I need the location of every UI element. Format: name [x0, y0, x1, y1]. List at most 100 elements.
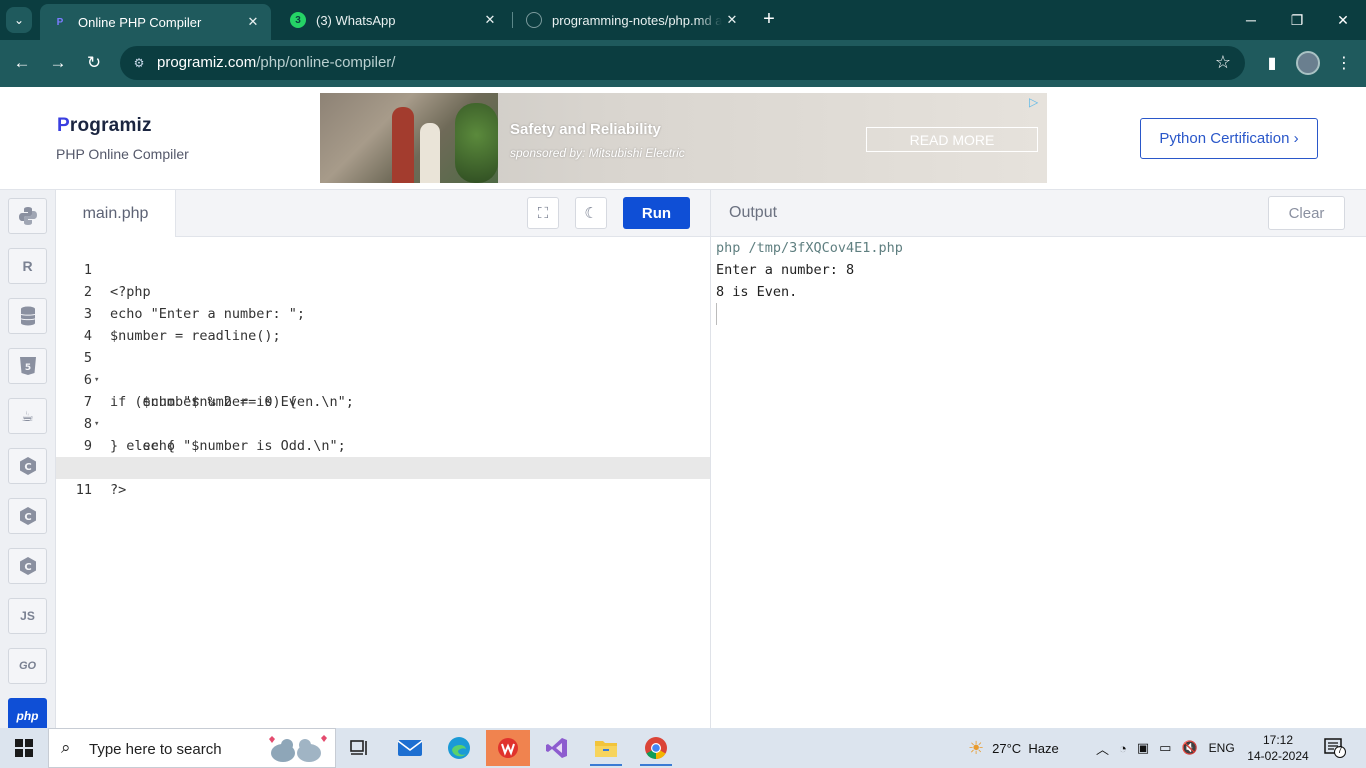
volume-muted-icon[interactable]: 🔇 [1181, 740, 1197, 756]
golang-icon[interactable]: GO [8, 648, 47, 684]
output-title: Output [729, 204, 778, 221]
python-certification-button[interactable]: Python Certification › [1140, 118, 1318, 159]
page-subtitle: PHP Online Compiler [56, 146, 189, 162]
edge-browser-icon[interactable] [437, 730, 481, 766]
csharp-language-icon[interactable]: C [8, 548, 47, 584]
weather-text: 27°C Haze [992, 740, 1059, 756]
adchoices-icon[interactable]: ▷ [1029, 95, 1045, 111]
browser-toolbar: ← → ↻ ⚙ programiz.com/php/online-compile… [0, 40, 1366, 87]
output-console[interactable]: php /tmp/3fXQCov4E1.php Enter a number: … [711, 237, 1366, 728]
bookmark-star-icon[interactable]: ☆ [1215, 52, 1231, 73]
code-line: 4 [56, 303, 710, 344]
search-placeholder: Type here to search [89, 741, 222, 758]
url-text[interactable]: programiz.com/php/online-compiler/ [157, 54, 395, 71]
sql-database-icon[interactable] [8, 298, 47, 334]
dark-mode-moon-icon[interactable]: ☾ [575, 197, 607, 229]
forward-arrow-icon[interactable]: → [44, 50, 72, 76]
clock-date: 14-02-2024 [1247, 749, 1309, 763]
ad-banner[interactable]: Safety and Reliability sponsored by: Mit… [320, 93, 1047, 183]
wps-office-icon[interactable] [486, 730, 530, 766]
programiz-logo[interactable]: Programiz [57, 115, 152, 137]
r-language-icon[interactable]: R [8, 248, 47, 284]
notification-center-icon[interactable]: 7 [1324, 738, 1346, 758]
code-line: 7 ▾ } else { [56, 369, 710, 454]
run-button[interactable]: Run [623, 197, 690, 229]
code-line: 10 ?> [56, 435, 710, 498]
clock-time: 17:12 [1262, 733, 1294, 747]
svg-text:C: C [24, 512, 31, 523]
taskbar-search-box[interactable]: ⌕ Type here to search [48, 728, 336, 768]
side-panel-icon[interactable]: ▮ [1260, 51, 1284, 75]
site-info-icon[interactable]: ⚙ [130, 54, 148, 72]
menu-kebab-icon[interactable]: ⋮ [1332, 51, 1356, 75]
profile-avatar[interactable] [1296, 51, 1320, 75]
tab-title: programming-notes/php.md at [552, 12, 722, 28]
weather-widget[interactable]: ☀ 27°C Haze [968, 728, 1059, 768]
close-window-icon[interactable]: ✕ [1320, 0, 1366, 40]
new-tab-plus-icon[interactable]: + [758, 8, 780, 30]
ad-title: Safety and Reliability [510, 121, 661, 138]
tab-separator [512, 12, 513, 28]
chrome-browser-icon[interactable] [634, 730, 678, 766]
url-path: /php/online-compiler/ [256, 54, 396, 71]
show-hidden-icons-chevron-icon[interactable]: ︿ [1096, 739, 1109, 758]
close-tab-icon[interactable]: ✕ [722, 12, 742, 28]
language-rail: R 5 ☕ C C C JS GO php [0, 190, 56, 734]
minimize-icon[interactable]: ─ [1228, 0, 1274, 40]
javascript-icon[interactable]: JS [8, 598, 47, 634]
clear-button[interactable]: Clear [1268, 196, 1345, 230]
close-tab-icon[interactable]: ✕ [243, 14, 263, 30]
code-line: 6 echo "$number is Even.\n"; [56, 347, 710, 410]
line-number: 11 [75, 482, 92, 498]
cpp-language-icon[interactable]: C [8, 498, 47, 534]
code-line: 5 ▾ if ($number % 2 == 0) { [56, 325, 710, 410]
browser-tab-bar: ⌄ P Online PHP Compiler ✕ 3 (3) WhatsApp… [0, 0, 1366, 40]
file-explorer-icon[interactable] [584, 730, 628, 766]
code-editor[interactable]: 1 <?php 2 echo "Enter a number: "; 3 $nu… [56, 237, 710, 728]
network-wifi-icon[interactable]: ◔ [1119, 741, 1127, 756]
reload-icon[interactable]: ↻ [80, 50, 108, 76]
svg-text:C: C [24, 562, 31, 573]
ad-figure [420, 123, 440, 183]
restore-icon[interactable]: ❐ [1274, 0, 1320, 40]
ad-sponsor: sponsored by: Mitsubishi Electric [510, 146, 685, 160]
code-line: 9 } [56, 413, 710, 476]
ad-read-more-button[interactable]: READ MORE [866, 127, 1038, 152]
visual-studio-icon[interactable] [535, 730, 579, 766]
logo-text: rogramiz [69, 115, 152, 136]
output-line: php /tmp/3fXQCov4E1.php [716, 240, 903, 256]
clock[interactable]: 17:12 14-02-2024 [1240, 732, 1316, 764]
address-bar[interactable]: ⚙ programiz.com/php/online-compiler/ ☆ [120, 46, 1245, 80]
tab-search-chevron-icon[interactable]: ⌄ [6, 7, 32, 33]
haze-weather-icon: ☀ [968, 737, 985, 758]
mail-app-icon[interactable] [388, 730, 432, 766]
html5-icon[interactable]: 5 [8, 348, 47, 384]
tab-whatsapp[interactable]: 3 (3) WhatsApp ✕ [278, 4, 508, 36]
output-cursor [716, 303, 717, 325]
close-tab-icon[interactable]: ✕ [480, 12, 500, 28]
code-text: ?> [110, 482, 127, 498]
java-icon[interactable]: ☕ [8, 398, 47, 434]
notification-count: 7 [1337, 745, 1343, 755]
logo-initial: P [57, 115, 70, 136]
back-arrow-icon[interactable]: ← [8, 50, 36, 76]
output-line: 8 is Even. [716, 284, 798, 300]
ad-photo [320, 93, 498, 183]
tab-title: Online PHP Compiler [78, 14, 202, 30]
site-header: Programiz PHP Online Compiler Safety and… [0, 87, 1366, 190]
task-view-icon[interactable] [338, 730, 382, 766]
tab-github-programming-notes[interactable]: programming-notes/php.md at ✕ [514, 4, 750, 36]
input-language[interactable]: ENG [1209, 741, 1235, 755]
github-favicon-icon [526, 12, 542, 28]
file-tab-main-php[interactable]: main.php [56, 190, 176, 237]
fullscreen-icon[interactable]: ⛶ [527, 197, 559, 229]
python-icon[interactable] [8, 198, 47, 234]
system-tray: ︿ ◔ ▣ ▭ 🔇 ENG [1091, 728, 1241, 768]
windows-start-icon[interactable] [0, 728, 48, 768]
whatsapp-favicon-icon: 3 [290, 12, 306, 28]
output-line: Enter a number: 8 [716, 262, 855, 278]
tab-online-php-compiler[interactable]: P Online PHP Compiler ✕ [40, 4, 271, 40]
c-language-icon[interactable]: C [8, 448, 47, 484]
meet-now-icon[interactable]: ▣ [1137, 740, 1149, 756]
battery-icon[interactable]: ▭ [1159, 740, 1171, 756]
